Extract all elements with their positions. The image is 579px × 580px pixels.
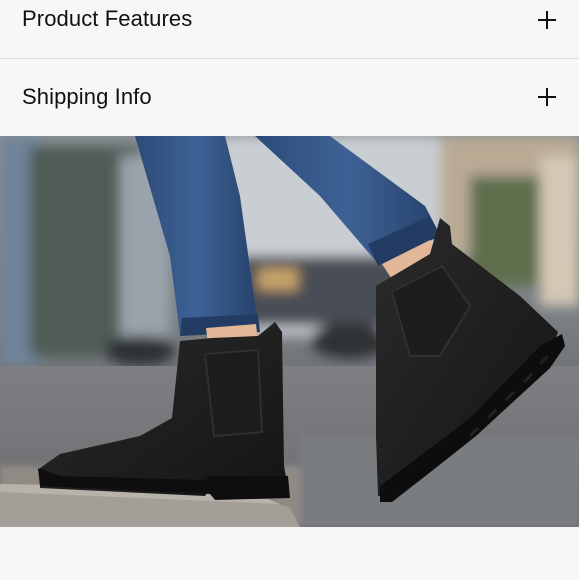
- plus-icon[interactable]: [537, 87, 557, 107]
- accordion-shipping-info[interactable]: Shipping Info: [0, 59, 579, 135]
- plus-icon[interactable]: [537, 10, 557, 30]
- accordion-label-shipping-info: Shipping Info: [22, 84, 152, 109]
- bottom-spacer: [0, 527, 579, 580]
- accordion-label-product-features: Product Features: [22, 6, 193, 31]
- product-page: Product Features Shipping Info: [0, 0, 579, 580]
- accordion-product-features[interactable]: Product Features: [0, 0, 579, 58]
- product-hero-image: [0, 136, 579, 527]
- boots-photo: [0, 136, 579, 527]
